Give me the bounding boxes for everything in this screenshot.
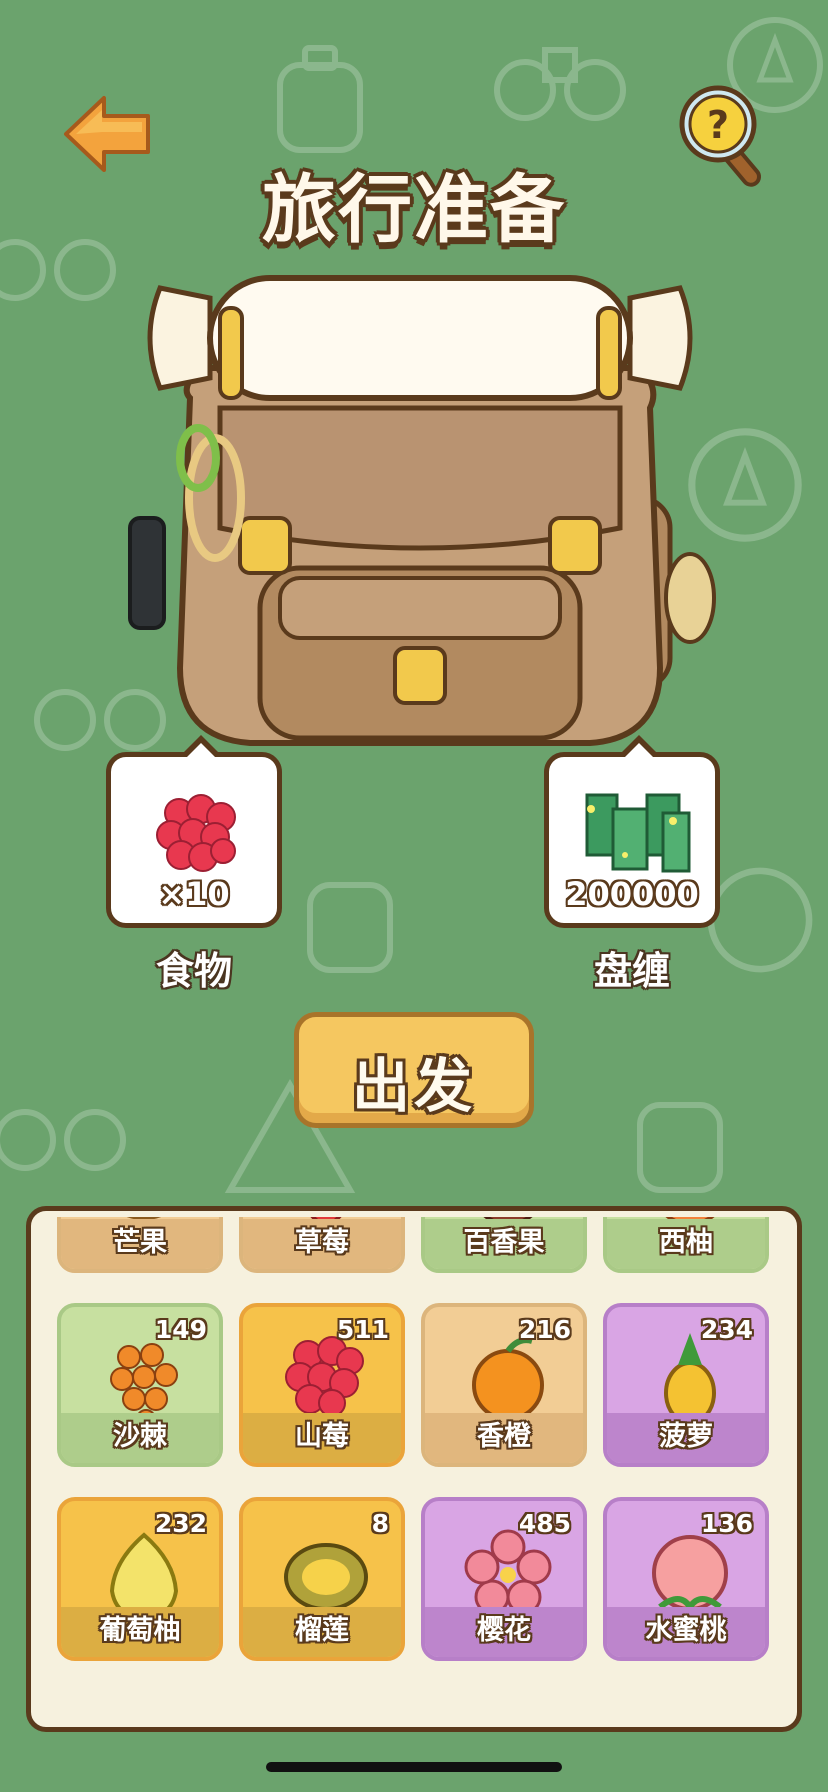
item-name: 葡萄柚	[61, 1607, 219, 1657]
item-name: 水蜜桃	[607, 1607, 765, 1657]
inventory-item[interactable]: 芒果	[57, 1217, 223, 1273]
money-label: 盘缠	[593, 949, 670, 993]
item-quantity: 136	[700, 1509, 753, 1538]
item-name: 樱花	[425, 1607, 583, 1657]
inventory-scroll-area[interactable]: 芒果 草莓 百香果 西柚 149 沙棘 511 山莓 216 香橙 234 菠萝 232 葡萄柚 8 榴莲 48…	[57, 1217, 771, 1715]
inventory-item[interactable]: 草莓	[239, 1217, 405, 1273]
item-name: 榴莲	[243, 1607, 401, 1657]
item-name: 山莓	[243, 1413, 401, 1463]
money-count: 200000	[565, 875, 699, 913]
binoculars-icon	[494, 47, 626, 121]
item-quantity: 8	[371, 1509, 389, 1538]
item-name: 百香果	[425, 1219, 583, 1269]
inventory-item[interactable]: 216 香橙	[421, 1303, 587, 1467]
inventory-item[interactable]: 西柚	[603, 1217, 769, 1273]
money-slot[interactable]: 200000	[544, 735, 720, 928]
inventory-item[interactable]: 511 山莓	[239, 1303, 405, 1467]
raspberry-icon	[156, 794, 236, 872]
item-name: 沙棘	[61, 1413, 219, 1463]
canteen-icon	[637, 1102, 723, 1193]
inventory-panel: 芒果 草莓 百香果 西柚 149 沙棘 511 山莓 216 香橙 234 菠萝 232 葡萄柚 8 榴莲 48…	[26, 1206, 802, 1732]
backpack-illustration	[128, 275, 716, 746]
item-quantity: 232	[154, 1509, 207, 1538]
inventory-grid: 芒果 草莓 百香果 西柚 149 沙棘 511 山莓 216 香橙 234 菠萝 232 葡萄柚 8 榴莲 48…	[57, 1217, 769, 1661]
binoculars-icon	[0, 1109, 126, 1171]
depart-button[interactable]: 出发	[294, 1012, 534, 1128]
clover-money-icon	[585, 793, 691, 873]
inventory-item[interactable]: 136 水蜜桃	[603, 1497, 769, 1661]
item-quantity: 511	[336, 1315, 389, 1344]
canteen-icon	[277, 45, 363, 153]
durian-icon	[276, 1521, 376, 1621]
item-name: 香橙	[425, 1413, 583, 1463]
inventory-item[interactable]: 8 榴莲	[239, 1497, 405, 1661]
inventory-item[interactable]: 149 沙棘	[57, 1303, 223, 1467]
inventory-item[interactable]: 百香果	[421, 1217, 587, 1273]
item-quantity: 485	[518, 1509, 571, 1538]
inventory-item[interactable]: 485 樱花	[421, 1497, 587, 1661]
food-count: ×10	[158, 875, 230, 913]
canteen-icon	[307, 882, 393, 973]
home-indicator[interactable]	[266, 1762, 562, 1772]
inventory-item[interactable]: 232 葡萄柚	[57, 1497, 223, 1661]
item-name: 西柚	[607, 1219, 765, 1269]
food-label: 食物	[155, 949, 232, 993]
svg-text:?: ?	[707, 103, 729, 147]
food-slot[interactable]: ×10	[106, 735, 282, 928]
item-quantity: 216	[518, 1315, 571, 1344]
depart-button-label: 出发	[351, 1052, 476, 1120]
item-quantity: 234	[700, 1315, 753, 1344]
inventory-item[interactable]: 234 菠萝	[603, 1303, 769, 1467]
item-name: 菠萝	[607, 1413, 765, 1463]
page-title: 旅行准备	[262, 167, 566, 253]
item-quantity: 149	[154, 1315, 207, 1344]
item-name: 草莓	[243, 1219, 401, 1269]
item-name: 芒果	[61, 1219, 219, 1269]
